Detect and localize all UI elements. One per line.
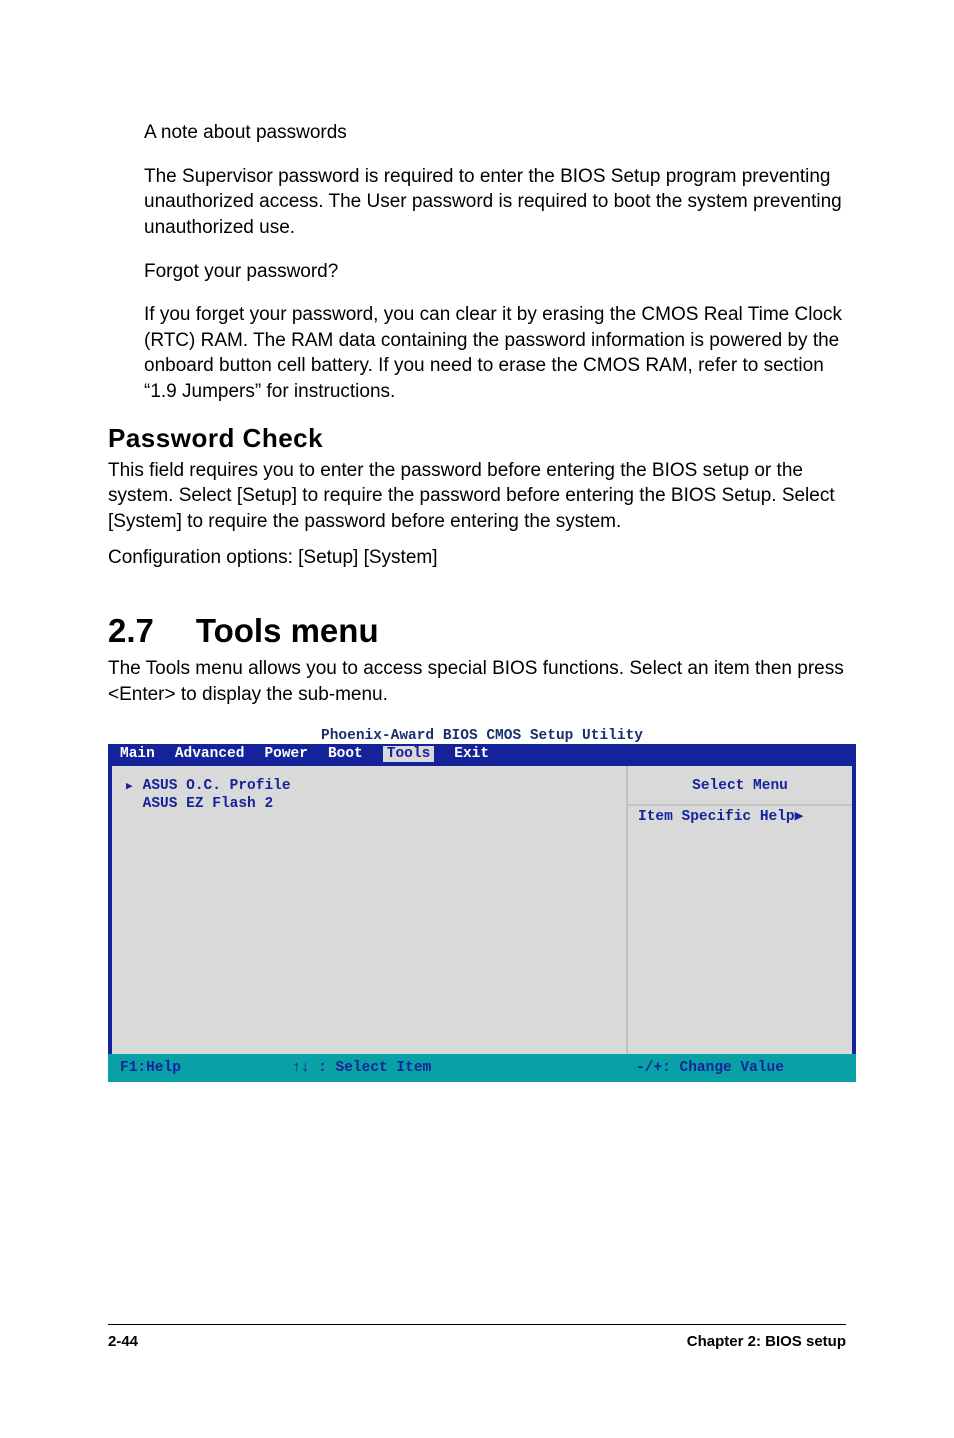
section-heading: 2.7 Tools menu xyxy=(108,612,846,650)
password-check-body: This field requires you to enter the pas… xyxy=(108,458,846,535)
updown-arrow-icon: ↑↓ xyxy=(292,1060,309,1076)
bios-foot-select-text: : Select Item xyxy=(309,1060,431,1076)
bios-menu-main[interactable]: Main xyxy=(120,746,155,762)
page-number: 2-44 xyxy=(108,1333,138,1350)
bios-title-bar: Phoenix-Award BIOS CMOS Setup Utility xyxy=(108,726,856,744)
bios-menu-advanced[interactable]: Advanced xyxy=(175,746,245,762)
submenu-arrow-icon: ▶ xyxy=(126,779,133,793)
note-body-passwords: The Supervisor password is required to e… xyxy=(108,164,846,241)
bios-item-oc-profile[interactable]: ▶ ASUS O.C. Profile xyxy=(126,778,612,794)
password-check-heading: Password Check xyxy=(108,423,846,454)
bios-foot-change: -/+: Change Value xyxy=(620,1060,844,1076)
bios-help-divider xyxy=(628,804,852,806)
bios-foot-help: F1:Help xyxy=(120,1060,292,1076)
bios-menu-bar: Main Advanced Power Boot Tools Exit xyxy=(108,744,856,766)
bios-menu-tools[interactable]: Tools xyxy=(383,746,435,762)
bios-items-pane: ▶ ASUS O.C. Profile ▶ ASUS EZ Flash 2 xyxy=(112,766,628,1054)
bios-help-pane: Select Menu Item Specific Help▶ xyxy=(628,766,852,1054)
bios-menu-exit[interactable]: Exit xyxy=(454,746,489,762)
chapter-label: Chapter 2: BIOS setup xyxy=(687,1333,846,1350)
note-title-passwords: A note about passwords xyxy=(108,120,846,146)
bios-menu-power[interactable]: Power xyxy=(264,746,308,762)
bios-item-label: ASUS EZ Flash 2 xyxy=(143,796,274,812)
chevron-right-icon: ▶ xyxy=(795,809,804,825)
bios-foot-select: ↑↓ : Select Item xyxy=(292,1060,620,1076)
page-footer: 2-44 Chapter 2: BIOS setup xyxy=(108,1324,846,1350)
bios-item-ez-flash[interactable]: ▶ ASUS EZ Flash 2 xyxy=(126,796,612,812)
bios-item-specific-help: Item Specific Help xyxy=(638,809,795,825)
password-check-config: Configuration options: [Setup] [System] xyxy=(108,545,846,571)
bios-select-menu-label: Select Menu xyxy=(638,778,842,794)
bios-footer-bar: F1:Help ↑↓ : Select Item -/+: Change Val… xyxy=(108,1054,856,1082)
note-body-forgot: If you forget your password, you can cle… xyxy=(108,302,846,405)
section-body: The Tools menu allows you to access spec… xyxy=(108,656,846,707)
bios-item-label: ASUS O.C. Profile xyxy=(143,778,291,794)
bios-menu-boot[interactable]: Boot xyxy=(328,746,363,762)
section-title: Tools menu xyxy=(196,612,379,650)
note-title-forgot: Forgot your password? xyxy=(108,259,846,285)
bios-screenshot: Phoenix-Award BIOS CMOS Setup Utility Ma… xyxy=(108,726,856,1082)
section-number: 2.7 xyxy=(108,612,154,650)
